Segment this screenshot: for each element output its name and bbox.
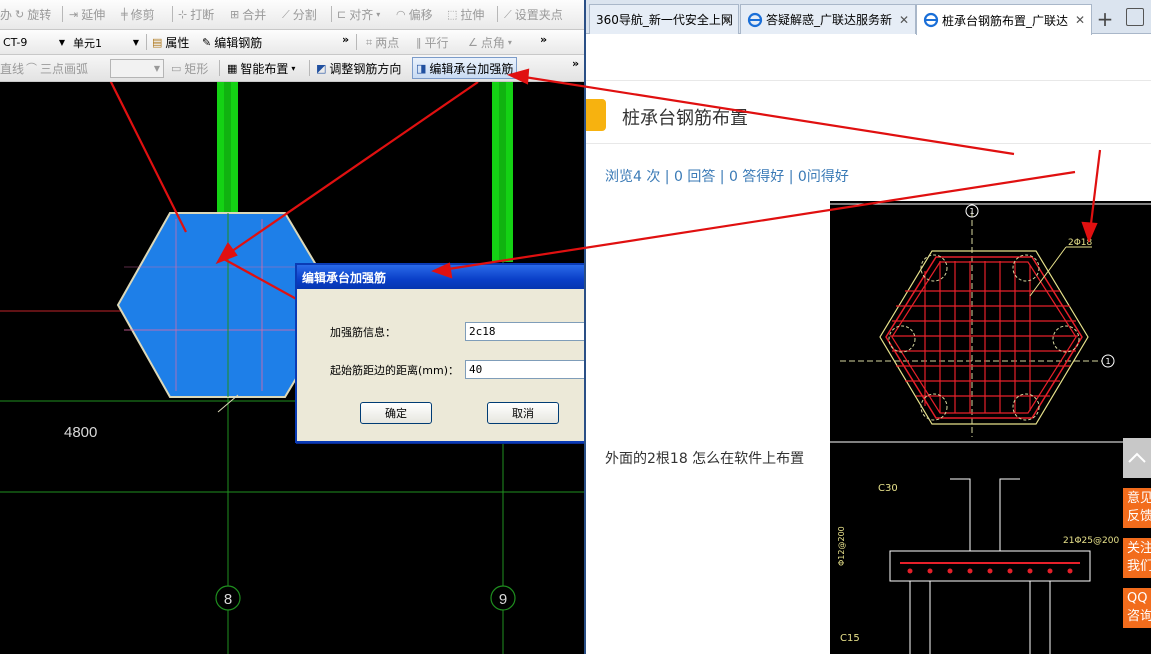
- component-select[interactable]: CT-9 ▼: [0, 33, 68, 52]
- two-points-button[interactable]: ⌗ 两点: [366, 30, 399, 54]
- break-icon: ⊹: [178, 8, 188, 21]
- close-icon[interactable]: ✕: [899, 13, 909, 27]
- offset-icon: ◠: [396, 8, 406, 21]
- split-button[interactable]: ⟋ 分割: [282, 0, 317, 29]
- split-icon: ⟋: [282, 8, 290, 21]
- extend-icon: ⇥: [69, 8, 79, 21]
- merge-icon: ⊞: [230, 8, 240, 21]
- align-icon: ⊏: [337, 8, 347, 21]
- back-to-top-button[interactable]: [1123, 438, 1151, 478]
- stretch-icon: ⬚: [447, 8, 458, 21]
- stretch-button[interactable]: ⬚ 拉伸: [447, 0, 484, 29]
- rebar-callout: 2Φ18: [1068, 238, 1093, 248]
- new-tab-button[interactable]: +: [1092, 5, 1118, 33]
- offset-button[interactable]: ◠ 偏移: [396, 0, 433, 29]
- unit-select[interactable]: 单元1 ▼: [70, 33, 142, 52]
- browser-window: 360导航_新一代安全上网 ✕ 答疑解惑_广联达服务新 ✕ 桩承台钢筋布置_广联…: [586, 0, 1151, 654]
- smart-layout-button[interactable]: ▦ 智能布置 ▾: [227, 55, 295, 81]
- rebar-info-label: 加强筋信息：: [330, 326, 396, 339]
- two-points-icon: ⌗: [366, 35, 373, 49]
- question-stats[interactable]: 浏览4 次 | 0 回答 | 0 答得好 | 0问得好: [605, 166, 849, 186]
- break-button[interactable]: ⊹ 打断: [178, 0, 214, 29]
- edit-rebar-button[interactable]: ✎ 编辑钢筋: [202, 30, 262, 54]
- rebar-info-input[interactable]: [465, 322, 586, 341]
- svg-text:1: 1: [969, 207, 974, 216]
- ok-button[interactable]: 确定: [360, 402, 432, 424]
- ie-logo-icon: [923, 12, 939, 28]
- question-body: 外面的2根18 怎么在软件上布置: [605, 451, 805, 467]
- dimension-text: 4800: [64, 424, 97, 441]
- set-grip-button[interactable]: ⟋ 设置夹点: [504, 0, 563, 29]
- svg-text:1: 1: [1105, 357, 1110, 366]
- point-angle-icon: ∠: [468, 35, 478, 49]
- rotate-button[interactable]: ↻ 旋转: [15, 0, 51, 29]
- set-grip-icon: ⟋: [504, 8, 512, 21]
- edit-cap-reinforcement-icon: ◨: [416, 61, 427, 75]
- smart-layout-icon: ▦: [227, 61, 238, 75]
- chevron-up-icon: [1128, 452, 1146, 463]
- offset-distance-label: 起始筋距边的距离(mm)：: [330, 364, 460, 377]
- modify-toolbar: 办 ↻ 旋转 ⇥ 延伸 ╪ 修剪 ⊹ 打断 ⊞ 合并 ⟋ 分割 ⊏ 对齐 ▾ ◠ 偏移 ⬚ 拉伸 ⟋…: [0, 0, 586, 30]
- rectangle-icon: ▭: [171, 61, 182, 75]
- adjust-direction-button[interactable]: ◩ 调整钢筋方向: [316, 55, 401, 81]
- edit-cap-reinforcement-button[interactable]: ◨ 编辑承台加强筋: [412, 57, 518, 79]
- cad-application: 办 ↻ 旋转 ⇥ 延伸 ╪ 修剪 ⊹ 打断 ⊞ 合并 ⟋ 分割 ⊏ 对齐 ▾ ◠ 偏移 ⬚ 拉伸 ⟋…: [0, 0, 586, 654]
- adjust-direction-icon: ◩: [316, 61, 327, 75]
- concrete-grade-label: C30: [878, 483, 898, 494]
- toolbar-prefix: 办: [0, 8, 13, 22]
- offset-distance-input[interactable]: [465, 360, 586, 379]
- component-toolbar: CT-9 ▼ 单元1 ▼ ▤ 属性 ✎ 编辑钢筋 » ⌗ 两点 ‖ 平行 ∠ 点角 ▾ »: [0, 30, 586, 55]
- draw-toolbar: 直线 ⌒ 三点画弧 ▼ ▭ 矩形 ▦ 智能布置 ▾ ◩ 调整钢筋方向 ◨ 编辑承台加强筋 »: [0, 55, 586, 82]
- chevron-down-icon: ▼: [58, 38, 65, 47]
- toolbar-overflow-icon[interactable]: »: [572, 57, 579, 70]
- side-rebar-callout: Φ12@200: [837, 526, 846, 566]
- parallel-button[interactable]: ‖ 平行: [416, 30, 449, 54]
- ie-logo-icon: [747, 12, 763, 28]
- tab-pile-cap[interactable]: 桩承台钢筋布置_广联达 ✕: [916, 4, 1092, 35]
- dialog-title[interactable]: 编辑承台加强筋: [297, 265, 586, 289]
- toolbar-overflow-icon[interactable]: »: [540, 33, 547, 46]
- axis-label-9: 9: [499, 591, 507, 608]
- tab-qa[interactable]: 答疑解惑_广联达服务新 ✕: [740, 4, 916, 34]
- question-page: 桩承台钢筋布置 浏览4 次 | 0 回答 | 0 答得好 | 0问得好 外面的2…: [586, 35, 1151, 654]
- chevron-down-icon: ▼: [153, 64, 160, 73]
- arc-option-select[interactable]: ▼: [110, 59, 164, 78]
- tab-360-nav[interactable]: 360导航_新一代安全上网 ✕: [589, 4, 739, 34]
- merge-button[interactable]: ⊞ 合并: [230, 0, 266, 29]
- cap-section-image[interactable]: C30 C15 21Φ25@200 Φ12@200: [830, 441, 1151, 654]
- question-title: 桩承台钢筋布置: [622, 108, 748, 129]
- feedback-button[interactable]: 意见反馈: [1123, 488, 1151, 528]
- properties-icon: ▤: [152, 35, 163, 49]
- extend-button[interactable]: ⇥ 延伸: [69, 0, 105, 29]
- question-icon: [586, 99, 606, 131]
- rotate-icon: ↻: [15, 8, 25, 21]
- toolbar-overflow-icon[interactable]: »: [342, 33, 349, 46]
- rectangle-button[interactable]: ▭ 矩形: [171, 55, 208, 81]
- cushion-grade-label: C15: [840, 633, 860, 644]
- browser-tab-strip: 360导航_新一代安全上网 ✕ 答疑解惑_广联达服务新 ✕ 桩承台钢筋布置_广联…: [586, 0, 1151, 35]
- rebar-plan-image[interactable]: 1 1 2Φ18: [830, 201, 1151, 441]
- screenshot-root: 办 ↻ 旋转 ⇥ 延伸 ╪ 修剪 ⊹ 打断 ⊞ 合并 ⟋ 分割 ⊏ 对齐 ▾ ◠ 偏移 ⬚ 拉伸 ⟋…: [0, 0, 1151, 654]
- trim-icon: ╪: [121, 8, 128, 21]
- align-button[interactable]: ⊏ 对齐 ▾: [337, 0, 380, 29]
- chevron-down-icon: ▼: [132, 38, 139, 47]
- trim-button[interactable]: ╪ 修剪: [121, 0, 155, 29]
- straight-line-button[interactable]: 直线: [0, 55, 24, 81]
- edit-rebar-icon: ✎: [202, 35, 212, 49]
- parallel-icon: ‖: [416, 35, 422, 49]
- close-icon[interactable]: ✕: [722, 13, 732, 27]
- close-icon[interactable]: ✕: [1075, 13, 1085, 27]
- tab-restore-icon[interactable]: [1126, 8, 1144, 26]
- spacing-callout: 21Φ25@200: [1063, 536, 1119, 546]
- follow-us-button[interactable]: 关注我们: [1123, 538, 1151, 578]
- point-angle-button[interactable]: ∠ 点角 ▾: [468, 30, 512, 54]
- edit-cap-reinforcement-dialog: 编辑承台加强筋 ✕ 加强筋信息： 起始筋距边的距离(mm)： 确定 取消: [295, 263, 586, 443]
- properties-button[interactable]: ▤ 属性: [152, 30, 189, 54]
- axis-label-8: 8: [224, 591, 232, 608]
- arc-icon: ⌒: [26, 61, 37, 75]
- cancel-button[interactable]: 取消: [487, 402, 559, 424]
- qq-consult-button[interactable]: QQ咨询: [1123, 588, 1151, 628]
- three-point-arc-button[interactable]: ⌒ 三点画弧: [26, 55, 88, 81]
